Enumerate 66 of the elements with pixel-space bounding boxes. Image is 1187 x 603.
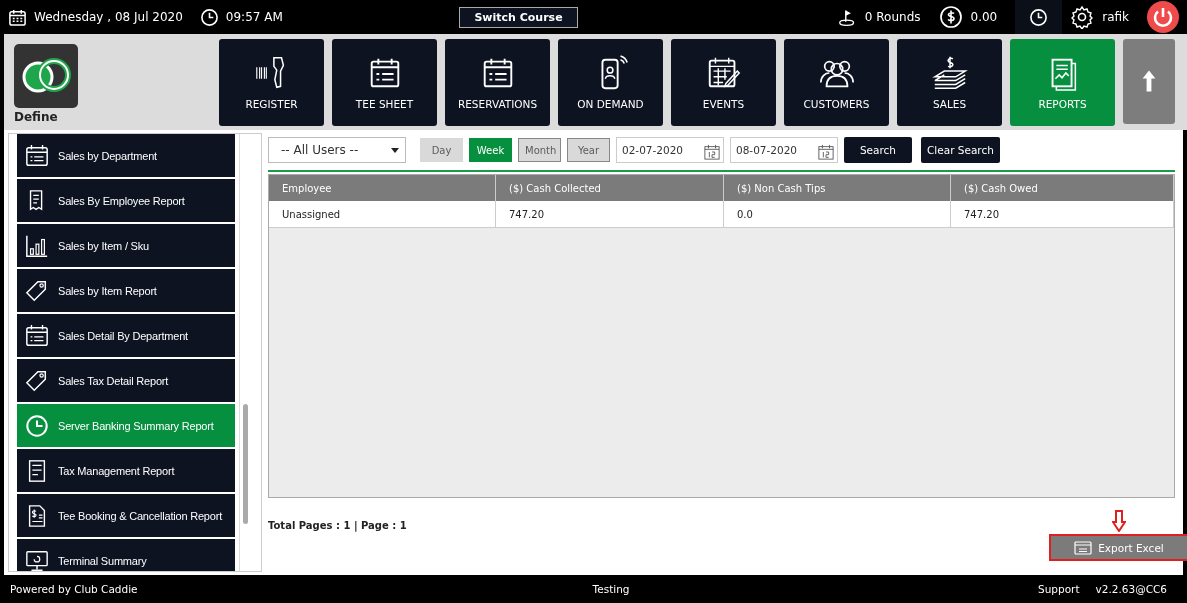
calendar-icon	[8, 7, 27, 27]
down-arrow-icon	[1112, 510, 1126, 532]
current-time: 09:57 AM	[225, 10, 283, 24]
user-name[interactable]: rafik	[1102, 10, 1129, 24]
period-tab[interactable]: Day	[420, 138, 463, 162]
powered-by-text: Powered by Club Caddie	[10, 583, 138, 595]
period-tab[interactable]: Week	[469, 138, 512, 162]
sidebar-item[interactable]: Tee Booking & Cancellation Report	[17, 494, 235, 537]
nav-tab[interactable]: CUSTOMERS	[784, 38, 889, 126]
up-arrow-icon	[1141, 69, 1157, 93]
settings-icon[interactable]	[1070, 5, 1095, 29]
pagination-info: Total Pages : 1 | Page : 1	[268, 520, 407, 531]
clock-icon	[25, 413, 49, 438]
version-text: v2.2.63@CC6	[1095, 583, 1167, 595]
sidebar-item[interactable]: Sales By Employee Report	[17, 179, 235, 222]
scrollbar-thumb[interactable]	[243, 404, 248, 524]
sidebar-item[interactable]: Terminal Summary	[17, 539, 235, 571]
sidebar-item[interactable]: Sales by Department	[17, 134, 235, 177]
clock-icon[interactable]	[1029, 7, 1049, 27]
date-field[interactable]: 02-07-2020	[616, 137, 724, 163]
export-excel-button[interactable]: Export Excel	[1049, 534, 1187, 561]
calendar-list-icon	[25, 143, 49, 168]
logo-label: Define	[14, 110, 58, 124]
nav-tab[interactable]: EVENTS	[671, 38, 776, 126]
spreadsheet-icon	[1074, 540, 1093, 555]
support-link[interactable]: Support	[1038, 583, 1080, 595]
period-tab[interactable]: Month	[518, 138, 561, 162]
current-date: Wednesday , 08 Jul 2020	[34, 10, 183, 24]
calendar-icon	[818, 144, 834, 160]
sidebar-item[interactable]: Tax Management Report	[17, 449, 235, 492]
balance-amount: 0.00	[970, 10, 998, 24]
user-dropdown[interactable]: -- All Users --	[268, 137, 406, 163]
dollar-icon	[938, 5, 963, 29]
nav-tab[interactable]: REGISTER	[219, 38, 324, 126]
sidebar-item[interactable]: Sales by Item Report	[17, 269, 235, 312]
bar-chart-icon	[25, 233, 49, 258]
logo-icon	[14, 44, 78, 108]
price-tag-icon	[25, 278, 49, 303]
calendar-list-icon	[25, 323, 49, 348]
nav-tab[interactable]: TEE SHEET	[332, 38, 437, 126]
price-tag-icon	[25, 368, 49, 393]
money-stack-icon	[930, 54, 969, 92]
nav-tab[interactable]: ON DEMAND	[558, 38, 663, 126]
table-cell: 0.0	[724, 201, 951, 227]
sidebar-item[interactable]: Server Banking Summary Report	[17, 404, 235, 447]
scroll-up-button[interactable]	[1123, 38, 1175, 124]
nav-tab[interactable]: RESERVATIONS	[445, 38, 550, 126]
clear-search-button[interactable]: Clear Search	[921, 137, 1000, 163]
period-tab[interactable]: Year	[567, 138, 610, 162]
search-button[interactable]: Search	[844, 137, 912, 163]
table-cell: 747.20	[496, 201, 724, 227]
table-cell: 747.20	[951, 201, 1174, 227]
clock-icon	[199, 7, 219, 27]
environment-label: Testing	[592, 583, 630, 595]
rounds-count: 0 Rounds	[864, 10, 921, 24]
power-button[interactable]	[1147, 1, 1179, 33]
table-cell: Unassigned	[269, 201, 496, 227]
calendar-icon	[704, 144, 720, 160]
date-field[interactable]: 08-07-2020	[730, 137, 838, 163]
caret-icon	[391, 147, 399, 153]
switch-course-button[interactable]: Switch Course	[459, 6, 578, 28]
nav-tab[interactable]: SALES	[897, 38, 1002, 126]
sidebar-item[interactable]: Sales Tax Detail Report	[17, 359, 235, 402]
sidebar-item[interactable]: Sales by Item / Sku	[17, 224, 235, 267]
nav-tab[interactable]: REPORTS	[1010, 38, 1115, 126]
sidebar-item[interactable]: Sales Detail By Department	[17, 314, 235, 357]
